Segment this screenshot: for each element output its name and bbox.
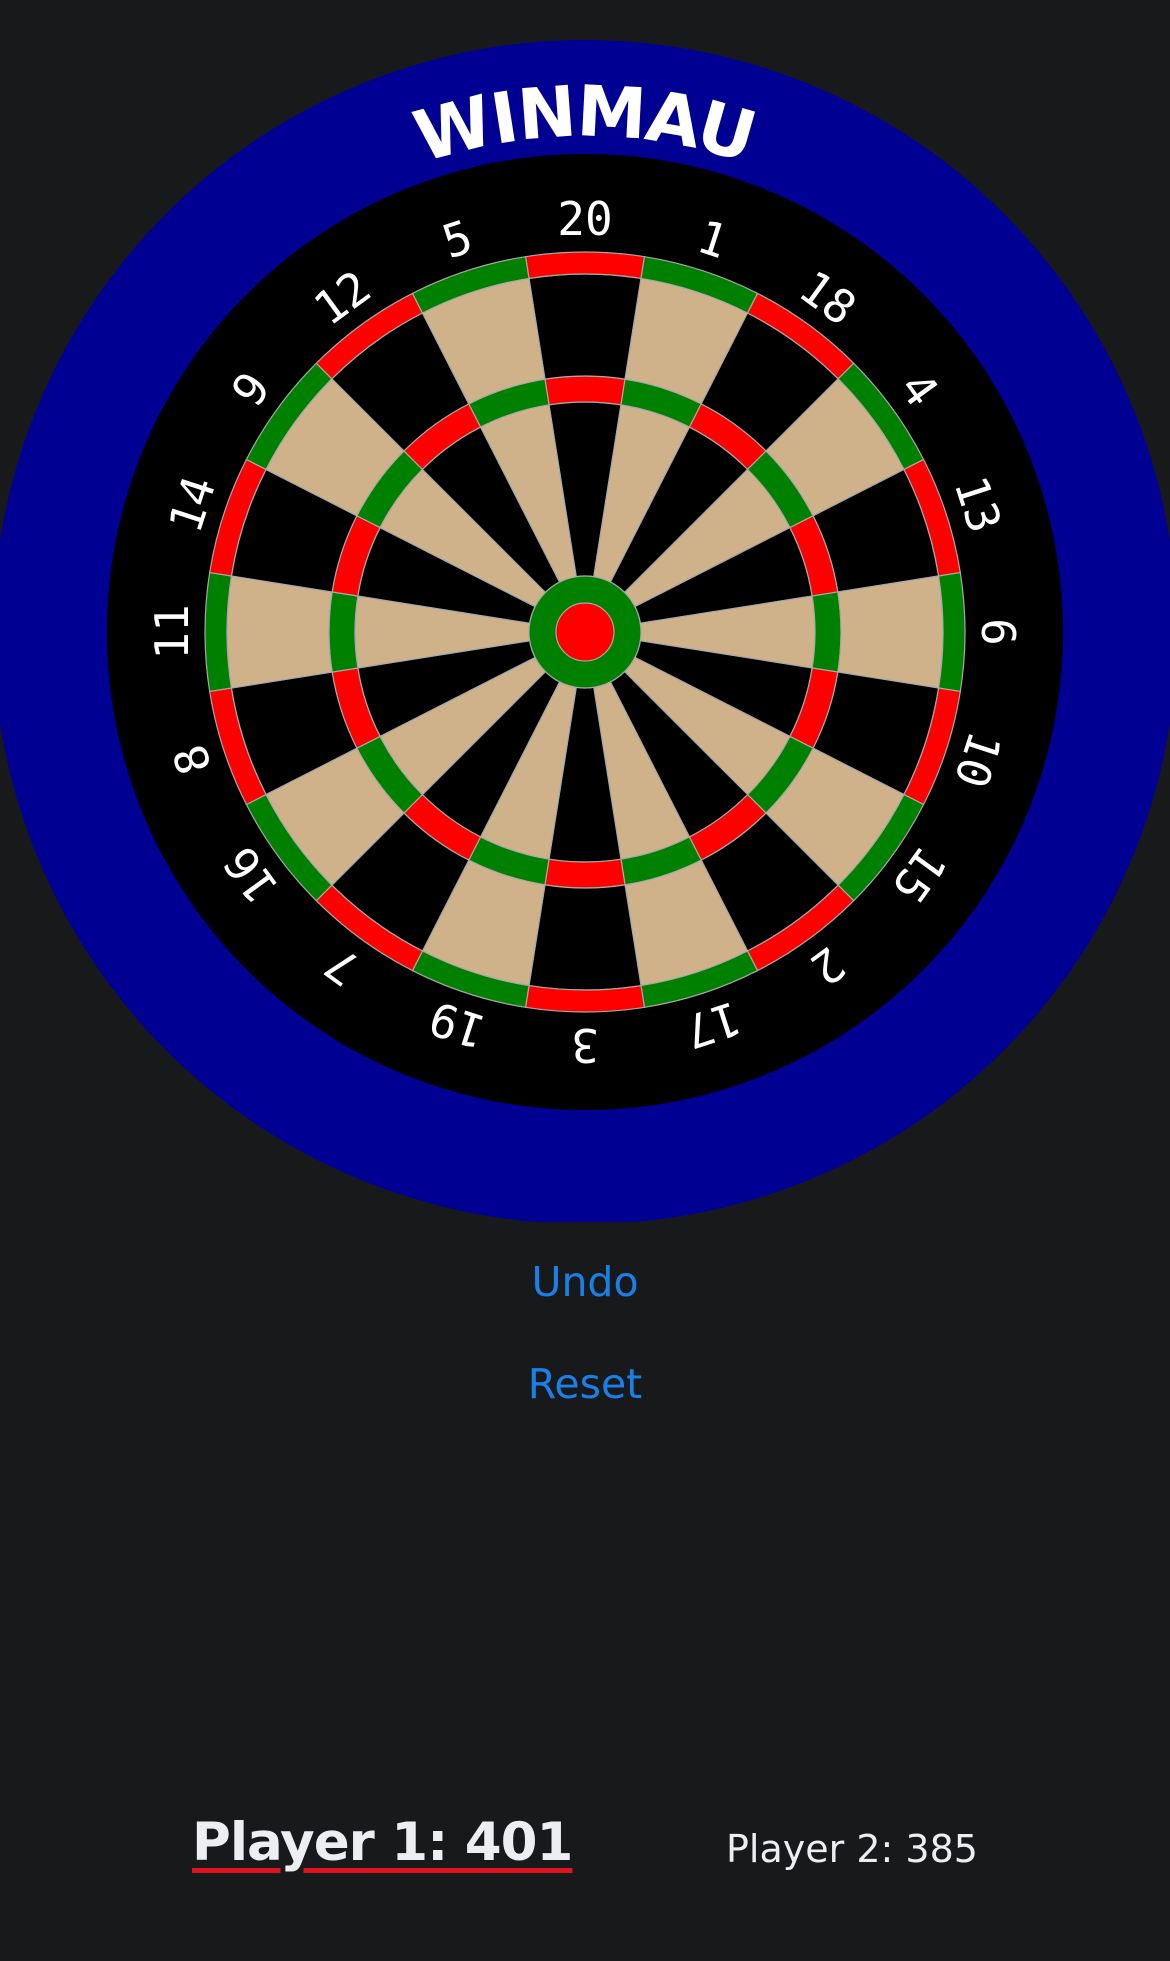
double-11[interactable] xyxy=(204,571,233,693)
board-number-11: 11 xyxy=(145,604,199,659)
triple-11[interactable] xyxy=(328,591,359,673)
board-number-6: 6 xyxy=(971,618,1025,646)
outer-single-6[interactable] xyxy=(837,575,944,689)
player-2-score: Player 2: 385 xyxy=(726,1827,978,1871)
board-number-20: 20 xyxy=(557,192,612,246)
board-number-3: 3 xyxy=(571,1018,599,1072)
triple-3[interactable] xyxy=(544,858,626,889)
triple-20[interactable] xyxy=(544,375,626,406)
double-20[interactable] xyxy=(524,251,646,280)
reset-button[interactable]: Reset xyxy=(0,1360,1170,1408)
outer-single-20[interactable] xyxy=(528,273,642,380)
dartboard-svg[interactable]: WINMAU20 11841361015217319716811149125 xyxy=(0,40,1170,1222)
bullseye[interactable] xyxy=(555,602,615,662)
triple-6[interactable] xyxy=(811,591,842,673)
outer-single-3[interactable] xyxy=(528,884,642,991)
double-6[interactable] xyxy=(937,571,966,693)
outer-single-11[interactable] xyxy=(226,575,333,689)
undo-button[interactable]: Undo xyxy=(0,1258,1170,1306)
double-3[interactable] xyxy=(524,984,646,1013)
dartboard-group[interactable]: WINMAU20 11841361015217319716811149125 xyxy=(0,40,1170,1222)
darts-app: WINMAU 20 1 18 4 13 6 10 15 2 17 3 19 7 16 8 11 14 9 12 5 Un… xyxy=(0,0,1170,1961)
dartboard[interactable]: WINMAU 20 1 18 4 13 6 10 15 2 17 3 19 7 16 8 11 14 9 12 5 xyxy=(0,40,1170,1222)
player-1-score: Player 1: 401 xyxy=(192,1812,573,1873)
